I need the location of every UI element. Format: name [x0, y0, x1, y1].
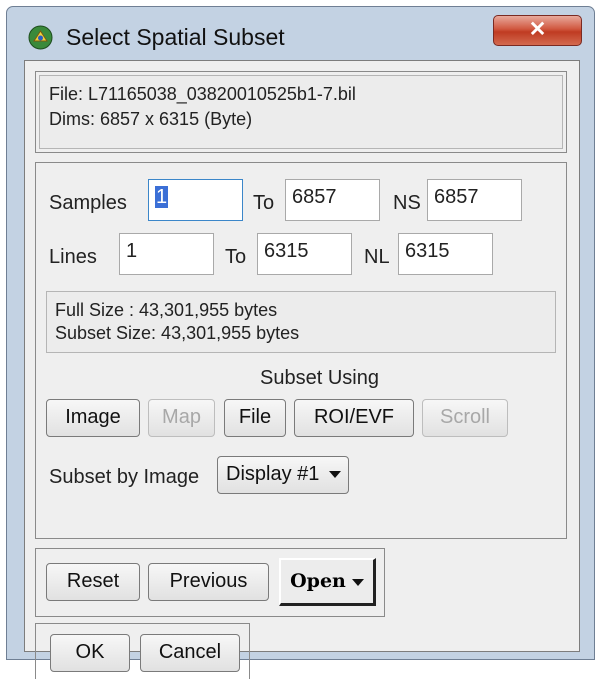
subset-using-heading: Subset Using	[260, 367, 379, 389]
nl-label: NL	[364, 246, 390, 268]
title-bar[interactable]: Select Spatial Subset ✕	[7, 7, 594, 61]
cancel-button[interactable]: Cancel	[140, 634, 240, 672]
file-info-box: File: L71165038_03820010525b1-7.bil Dims…	[39, 75, 563, 149]
roi-evf-button[interactable]: ROI/EVF	[294, 399, 414, 437]
chevron-down-icon	[329, 471, 342, 479]
reset-button[interactable]: Reset	[46, 563, 140, 601]
open-label: Open	[290, 570, 346, 592]
close-button[interactable]: ✕	[493, 15, 582, 46]
file-name: File: L71165038_03820010525b1-7.bil	[49, 84, 356, 104]
subset-by-dropdown[interactable]: Display #1	[217, 456, 349, 494]
dialog-window: Select Spatial Subset ✕ File: L71165038_…	[6, 6, 595, 679]
chevron-down-icon	[351, 578, 364, 586]
dialog-body: File: L71165038_03820010525b1-7.bil Dims…	[24, 60, 580, 679]
ns-label: NS	[393, 192, 421, 214]
nl-field[interactable]: 6315	[398, 233, 493, 275]
subset-by-label: Subset by Image	[49, 466, 200, 488]
ns-field[interactable]: 6857	[427, 179, 522, 221]
file-info-group: File: L71165038_03820010525b1-7.bil Dims…	[35, 71, 567, 153]
close-icon: ✕	[528, 18, 547, 41]
file-button[interactable]: File	[224, 399, 286, 437]
subset-size-text: Subset Size: 43,301,955 bytes	[55, 323, 300, 343]
actions-group: Reset Previous Open	[35, 548, 385, 617]
samples-start-field[interactable]: 1	[148, 179, 243, 221]
lines-start-field[interactable]: 1	[119, 233, 214, 275]
samples-label: Samples	[49, 192, 127, 214]
full-size-text: Full Size : 43,301,955 bytes	[55, 300, 278, 320]
subset-group: Samples 1 To 6857 NS 6857 Lines 1 To 631…	[35, 162, 567, 539]
file-dims: Dims: 6857 x 6315 (Byte)	[49, 109, 253, 129]
map-button[interactable]: Map	[148, 399, 215, 437]
image-button[interactable]: Image	[46, 399, 140, 437]
samples-end-field[interactable]: 6857	[285, 179, 380, 221]
window-title: Select Spatial Subset	[66, 24, 285, 50]
size-info-box: Full Size : 43,301,955 bytes Subset Size…	[46, 291, 556, 353]
previous-button[interactable]: Previous	[148, 563, 269, 601]
subset-by-value: Display #1	[226, 463, 320, 485]
lines-to-label: To	[225, 246, 247, 268]
lines-label: Lines	[49, 246, 97, 268]
dialog-buttons-group: OK Cancel	[35, 623, 250, 679]
samples-to-label: To	[253, 192, 275, 214]
scroll-button[interactable]: Scroll	[422, 399, 508, 437]
open-menu-button[interactable]: Open	[279, 558, 376, 606]
ok-button[interactable]: OK	[50, 634, 130, 672]
app-icon	[28, 25, 53, 50]
lines-end-field[interactable]: 6315	[257, 233, 352, 275]
